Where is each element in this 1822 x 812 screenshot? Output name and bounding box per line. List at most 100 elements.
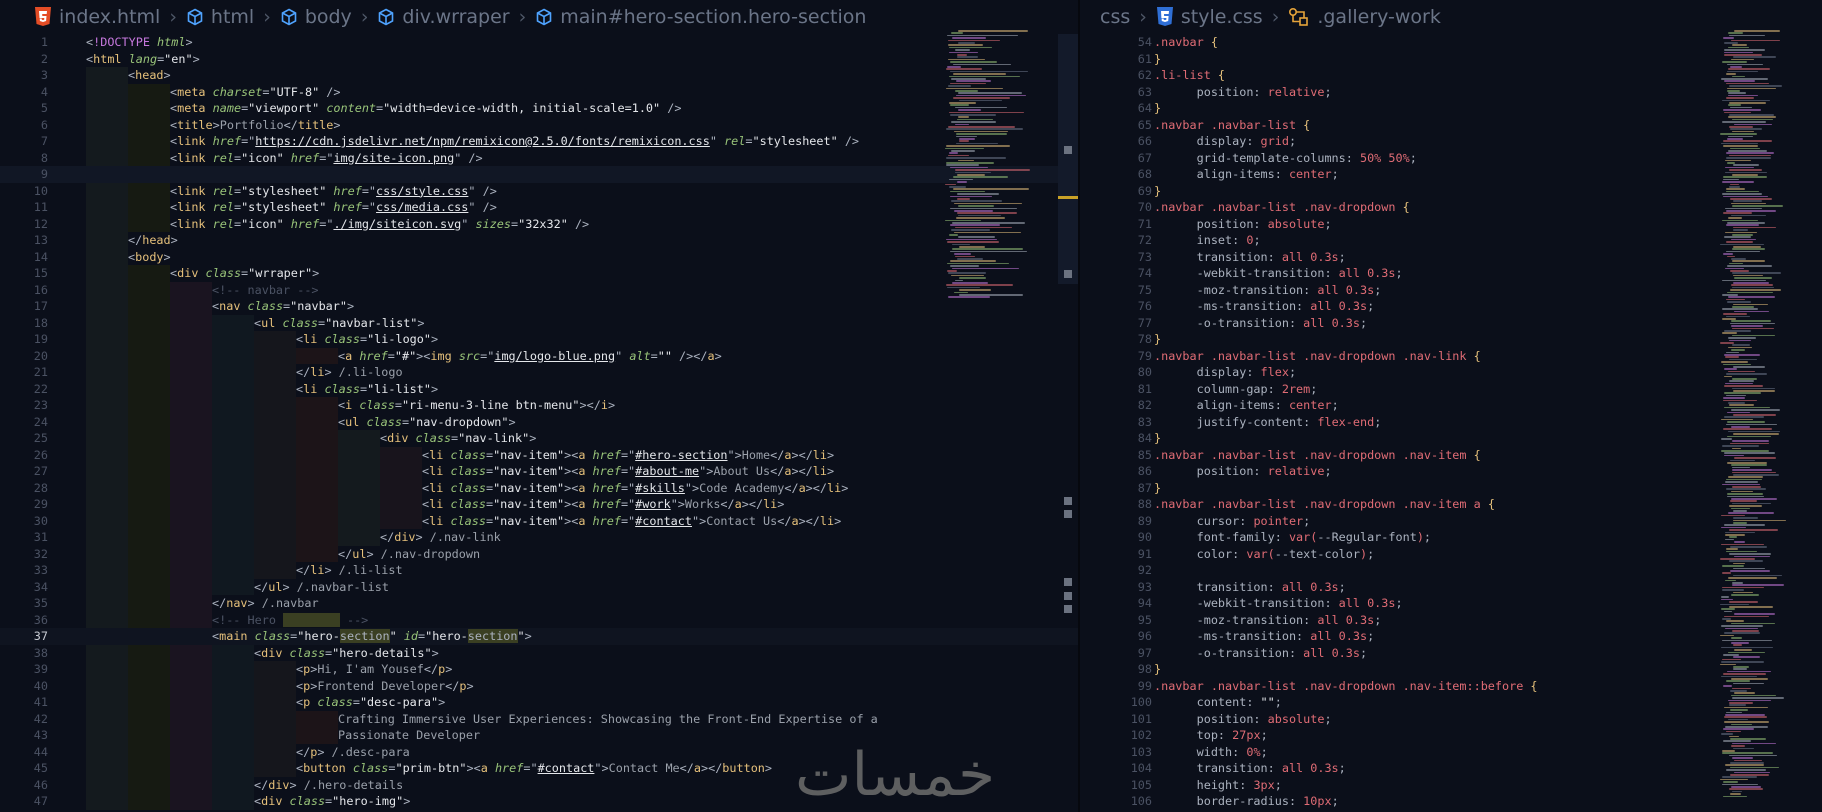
- code-line[interactable]: 61}: [1080, 51, 1822, 68]
- code-line[interactable]: 83 justify-content: flex-end;: [1080, 414, 1822, 431]
- code-line[interactable]: 100 content: "";: [1080, 694, 1822, 711]
- code-line[interactable]: 8 <link rel="icon" href="img/site-icon.pn…: [0, 150, 1080, 167]
- code-line[interactable]: 35 </nav> /.navbar: [0, 595, 1080, 612]
- code-line[interactable]: 93 transition: all 0.3s;: [1080, 579, 1822, 596]
- code-line[interactable]: 22 <li class="li-list">: [0, 381, 1080, 398]
- code-line[interactable]: 76 -ms-transition: all 0.3s;: [1080, 298, 1822, 315]
- code-line[interactable]: 106 border-radius: 10px;: [1080, 793, 1822, 810]
- code-line[interactable]: 85 .navbar .navbar-list .nav-dropdown .na…: [1080, 447, 1822, 464]
- code-line[interactable]: 15 <div class="wrraper">: [0, 265, 1080, 282]
- breadcrumb-item[interactable]: .gallery-work: [1288, 6, 1441, 28]
- breadcrumb-item[interactable]: main#hero-section.hero-section: [535, 6, 866, 28]
- code-line[interactable]: 10 <link rel="stylesheet" href="css/style…: [0, 183, 1080, 200]
- minimap[interactable]: [945, 30, 1055, 310]
- code-line[interactable]: 16 <!-- navbar -->: [0, 282, 1080, 299]
- code-line[interactable]: 38 <div class="hero-details">: [0, 645, 1080, 662]
- code-line[interactable]: 54 .navbar {: [1080, 34, 1822, 51]
- breadcrumb-item[interactable]: div.wrraper: [377, 6, 510, 28]
- code-line[interactable]: 104 transition: all 0.3s;: [1080, 760, 1822, 777]
- code-line[interactable]: 86 position: relative;: [1080, 463, 1822, 480]
- code-line[interactable]: 24 <ul class="nav-dropdown">: [0, 414, 1080, 431]
- code-line[interactable]: 41 <p class="desc-para">: [0, 694, 1080, 711]
- code-line[interactable]: 91 color: var(--text-color);: [1080, 546, 1822, 563]
- scrollbar[interactable]: [1058, 34, 1078, 284]
- code-line[interactable]: 75 -moz-transition: all 0.3s;: [1080, 282, 1822, 299]
- code-line[interactable]: 32 </ul> /.nav-dropdown: [0, 546, 1080, 563]
- code-line[interactable]: 66 display: grid;: [1080, 133, 1822, 150]
- code-line[interactable]: 40 <p>Frontend Developer</p>: [0, 678, 1080, 695]
- code-line[interactable]: 97 -o-transition: all 0.3s;: [1080, 645, 1822, 662]
- code-line[interactable]: 64}: [1080, 100, 1822, 117]
- code-line[interactable]: 14 <body>: [0, 249, 1080, 266]
- code-line[interactable]: 90 font-family: var(--Regular-font);: [1080, 529, 1822, 546]
- code-line[interactable]: 70 .navbar .navbar-list .nav-dropdown {: [1080, 199, 1822, 216]
- code-line[interactable]: 28 <li class="nav-item"><a href="#skills"…: [0, 480, 1080, 497]
- breadcrumb-item[interactable]: html: [186, 6, 254, 28]
- breadcrumb-item[interactable]: index.html: [34, 6, 160, 28]
- code-line[interactable]: 89 cursor: pointer;: [1080, 513, 1822, 530]
- code-line[interactable]: 63 position: relative;: [1080, 84, 1822, 101]
- code-line[interactable]: 72 inset: 0;: [1080, 232, 1822, 249]
- code-line[interactable]: 3 <head>: [0, 67, 1080, 84]
- code-line[interactable]: 79 .navbar .navbar-list .nav-dropdown .na…: [1080, 348, 1822, 365]
- code-line[interactable]: 81 column-gap: 2rem;: [1080, 381, 1822, 398]
- code-line[interactable]: 17 <nav class="navbar">: [0, 298, 1080, 315]
- code-line[interactable]: 39 <p>Hi, I'am Yousef</p>: [0, 661, 1080, 678]
- code-line[interactable]: 103 width: 0%;: [1080, 744, 1822, 761]
- breadcrumb-item[interactable]: body: [280, 6, 352, 28]
- code-line[interactable]: 33 </li> /.li-list: [0, 562, 1080, 579]
- code-line[interactable]: 29 <li class="nav-item"><a href="#work">W…: [0, 496, 1080, 513]
- code-line[interactable]: 9: [0, 166, 1080, 183]
- minimap[interactable]: [1720, 30, 1822, 810]
- code-line[interactable]: 62 .li-list {: [1080, 67, 1822, 84]
- code-line[interactable]: 68 align-items: center;: [1080, 166, 1822, 183]
- code-line[interactable]: 31 </div> /.nav-link: [0, 529, 1080, 546]
- code-line[interactable]: 71 position: absolute;: [1080, 216, 1822, 233]
- code-line[interactable]: 84}: [1080, 430, 1822, 447]
- code-line[interactable]: 30 <li class="nav-item"><a href="#contact…: [0, 513, 1080, 530]
- code-line[interactable]: 73 transition: all 0.3s;: [1080, 249, 1822, 266]
- code-line[interactable]: 67 grid-template-columns: 50% 50%;: [1080, 150, 1822, 167]
- code-line[interactable]: 65 .navbar .navbar-list {: [1080, 117, 1822, 134]
- code-line[interactable]: 21 </li> /.li-logo: [0, 364, 1080, 381]
- editor-pane-css[interactable]: css › style.css › .gallery-work 54 .navbar {6…: [1080, 0, 1822, 812]
- code-line[interactable]: 25 <div class="nav-link">: [0, 430, 1080, 447]
- code-line[interactable]: 26 <li class="nav-item"><a href="#hero-se…: [0, 447, 1080, 464]
- code-line[interactable]: 1 <!DOCTYPE html>: [0, 34, 1080, 51]
- code-line[interactable]: 4 <meta charset="UTF-8" />: [0, 84, 1080, 101]
- code-line[interactable]: 87}: [1080, 480, 1822, 497]
- code-line[interactable]: 105 height: 3px;: [1080, 777, 1822, 794]
- code-line[interactable]: 74 -webkit-transition: all 0.3s;: [1080, 265, 1822, 282]
- code-lines[interactable]: 54 .navbar {61} 62 .li-list {63 position: r…: [1080, 34, 1822, 812]
- code-line[interactable]: 5 <meta name="viewport" content="width=de…: [0, 100, 1080, 117]
- code-line[interactable]: 102 top: 27px;: [1080, 727, 1822, 744]
- code-line[interactable]: 36 <!-- Hero -->: [0, 612, 1080, 629]
- code-line[interactable]: 34 </ul> /.navbar-list: [0, 579, 1080, 596]
- code-line[interactable]: 94 -webkit-transition: all 0.3s;: [1080, 595, 1822, 612]
- code-line[interactable]: 20 <a href="#"><img src="img/logo-blue.pn…: [0, 348, 1080, 365]
- code-line[interactable]: 7 <link href="https://cdn.jsdelivr.net/np…: [0, 133, 1080, 150]
- code-lines[interactable]: 1 <!DOCTYPE html> 2 <html lang="en"> 3 <head>…: [0, 34, 1080, 810]
- code-line[interactable]: 101 position: absolute;: [1080, 711, 1822, 728]
- editor-pane-html[interactable]: index.html › html › body › div.wrraper › main#he…: [0, 0, 1080, 812]
- code-line[interactable]: 82 align-items: center;: [1080, 397, 1822, 414]
- code-line[interactable]: 96 -ms-transition: all 0.3s;: [1080, 628, 1822, 645]
- code-line[interactable]: 6 <title>Portfolio</title>: [0, 117, 1080, 134]
- code-line[interactable]: 80 display: flex;: [1080, 364, 1822, 381]
- code-line[interactable]: 88 .navbar .navbar-list .nav-dropdown .na…: [1080, 496, 1822, 513]
- code-line[interactable]: 13 </head>: [0, 232, 1080, 249]
- code-line[interactable]: 99 .navbar .navbar-list .nav-dropdown .na…: [1080, 678, 1822, 695]
- code-line[interactable]: 69}: [1080, 183, 1822, 200]
- code-line[interactable]: 18 <ul class="navbar-list">: [0, 315, 1080, 332]
- code-line[interactable]: 77 -o-transition: all 0.3s;: [1080, 315, 1822, 332]
- code-line[interactable]: 92: [1080, 562, 1822, 579]
- breadcrumb-item[interactable]: css: [1100, 6, 1130, 28]
- code-line[interactable]: 98}: [1080, 661, 1822, 678]
- code-line[interactable]: 11 <link rel="stylesheet" href="css/media…: [0, 199, 1080, 216]
- code-line[interactable]: 37 <main class="hero-section" id="hero-se…: [0, 628, 1080, 645]
- code-line[interactable]: 12 <link rel="icon" href="./img/siteicon.…: [0, 216, 1080, 233]
- breadcrumb-item[interactable]: style.css: [1156, 6, 1263, 28]
- code-line[interactable]: 2 <html lang="en">: [0, 51, 1080, 68]
- code-line[interactable]: 78}: [1080, 331, 1822, 348]
- code-line[interactable]: 95 -moz-transition: all 0.3s;: [1080, 612, 1822, 629]
